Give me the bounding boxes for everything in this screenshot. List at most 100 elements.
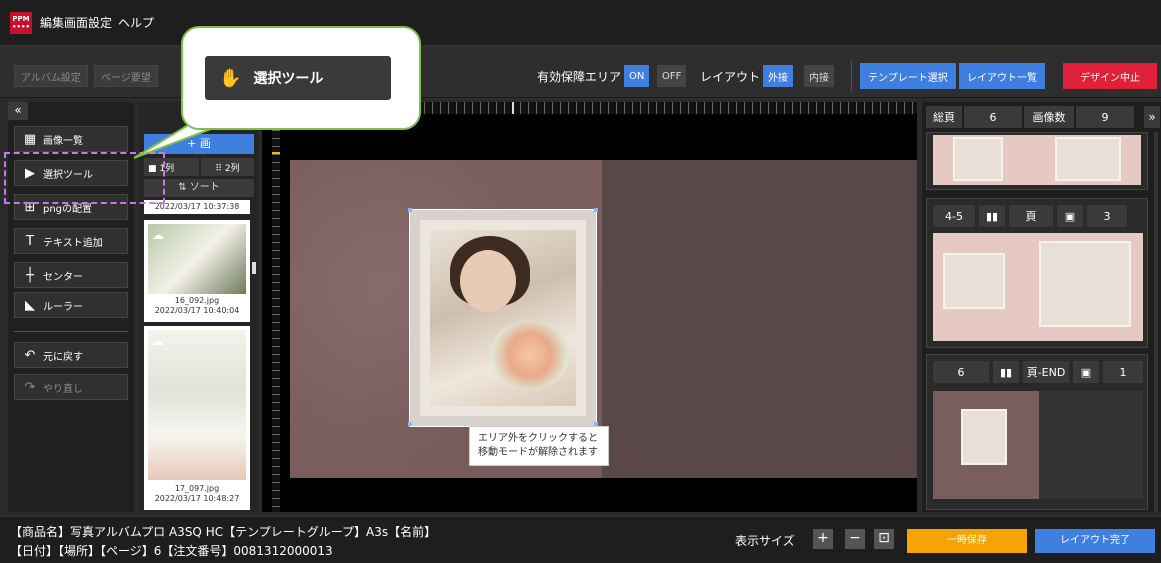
order-info: 【日付】【場所】【ページ】6【注文番号】0081312000013	[10, 544, 333, 558]
photo-frame[interactable]	[409, 209, 597, 427]
crosshair-icon: ┼	[26, 267, 34, 283]
move-mode-tooltip: エリア外をクリックすると 移動モードが解除されます	[469, 426, 609, 466]
tool-image-list[interactable]: ▦ 画像一覧	[14, 126, 128, 152]
tool-ruler[interactable]: ◣ ルーラー	[14, 292, 128, 318]
total-pages-value: 6	[964, 106, 1022, 128]
tooltip-line: エリア外をクリックすると	[478, 433, 598, 444]
thumbnail-photo	[1039, 241, 1131, 327]
layout-list-button[interactable]: レイアウト一覧	[959, 63, 1045, 89]
valid-area-on-button[interactable]: ON	[624, 65, 650, 87]
thumbnail-photo	[1055, 137, 1121, 181]
page-thumbnail-blank	[1039, 391, 1143, 499]
bride-photo	[430, 230, 576, 406]
callout-label: 選択ツール	[253, 71, 324, 87]
tool-redo[interactable]: ↷ やり直し	[14, 374, 128, 400]
list-item[interactable]: ☁ 17_097.jpg 2022/03/17 10:48:27	[144, 326, 250, 510]
page-list-panel: 総頁 6 画像数 9 » 4-5 ▮▮ 頁 ▣ 3 6 ▮▮ 頁-END ▣ 1	[922, 102, 1161, 512]
logo-text: PPM	[12, 14, 30, 23]
design-stop-button[interactable]: デザイン中止	[1063, 63, 1157, 89]
page-card[interactable]	[926, 132, 1148, 190]
tool-callout: ✋ 選択ツール	[181, 26, 421, 130]
image-count-label: 画像数	[1024, 106, 1074, 128]
page-label: 頁	[1009, 205, 1053, 227]
photo-count: 1	[1103, 361, 1143, 383]
photo-icon: ▣	[1073, 361, 1099, 383]
zoom-in-button[interactable]: +	[813, 529, 833, 549]
menu-help[interactable]: ヘルプ	[118, 14, 154, 31]
zoom-label: 表示サイズ	[735, 534, 795, 548]
tooltip-line: 移動モードが解除されます	[478, 447, 598, 458]
cloud-upload-icon: ☁	[152, 228, 164, 242]
page-card-header: 4-5 ▮▮ 頁 ▣ 3	[933, 205, 1127, 227]
image-date: 2022/03/17 10:48:27	[154, 494, 240, 503]
layout-inner-button[interactable]: 内接	[804, 65, 834, 87]
book-icon: ▮▮	[979, 205, 1005, 227]
page-label: 頁-END	[1023, 361, 1069, 383]
photo-face	[460, 250, 516, 312]
page-range: 6	[933, 361, 989, 383]
temp-save-button[interactable]: 一時保存	[907, 529, 1027, 553]
page-range: 4-5	[933, 205, 975, 227]
album-settings-button[interactable]: アルバム設定	[14, 65, 88, 87]
scrollbar-thumb[interactable]	[252, 262, 256, 274]
tool-undo[interactable]: ↶ 元に戻す	[14, 342, 128, 368]
collapse-panel-button[interactable]: «	[8, 102, 28, 120]
valid-area-label: 有効保障エリア	[537, 69, 622, 84]
top-toolbar: アルバム設定 ページ要望 有効保障エリア ON OFF レイアウト 外接 内接 …	[0, 46, 1161, 98]
editing-canvas[interactable]: エリア外をクリックすると 移動モードが解除されます	[262, 102, 917, 512]
image-thumbnail	[148, 330, 246, 480]
thumbnail-photo	[953, 137, 1003, 181]
page-card[interactable]: 6 ▮▮ 頁-END ▣ 1	[926, 354, 1148, 510]
page-right[interactable]	[602, 160, 917, 478]
list-item[interactable]: ☁ 16_092.jpg 2022/03/17 10:40:04	[144, 220, 250, 322]
page-request-button[interactable]: ページ要望	[94, 65, 158, 87]
ruler-icon: ◣	[25, 297, 35, 313]
undo-icon: ↶	[24, 347, 36, 363]
thumbnail-photo	[961, 409, 1007, 465]
tool-label: センター	[43, 271, 83, 283]
status-bar: 【商品名】写真アルバムプロ A3SQ HC【テンプレートグループ】A3s【名前】…	[0, 516, 1161, 563]
tool-label: やり直し	[43, 383, 83, 395]
zoom-out-button[interactable]: −	[845, 529, 865, 549]
ruler-guide-marker	[272, 152, 280, 154]
photo-icon: ▣	[1057, 205, 1083, 227]
image-date: 2022/03/17 10:40:04	[154, 306, 240, 315]
photo-count: 3	[1087, 205, 1127, 227]
ruler-marker	[512, 102, 514, 114]
tool-label: ルーラー	[43, 301, 83, 313]
grid-icon: ▦	[23, 131, 37, 147]
tool-divider	[14, 331, 128, 332]
page-list-scrollbar[interactable]	[1154, 132, 1158, 512]
total-pages-label: 総頁	[926, 106, 962, 128]
resize-handle[interactable]	[408, 208, 412, 212]
expand-panel-button[interactable]: »	[1144, 106, 1160, 128]
resize-handle[interactable]	[408, 422, 412, 426]
product-info: 【商品名】写真アルバムプロ A3SQ HC【テンプレートグループ】A3s【名前】	[10, 525, 437, 539]
redo-icon: ↷	[24, 379, 36, 395]
title-bar: PPM •••• 編集画面設定 ヘルプ	[0, 0, 1161, 46]
tool-label: テキスト追加	[43, 237, 103, 249]
layout-done-button[interactable]: レイアウト完了	[1035, 529, 1155, 553]
logo-dots: ••••	[12, 22, 30, 31]
page-stats: 総頁 6 画像数 9	[926, 106, 1144, 128]
resize-handle[interactable]	[594, 208, 598, 212]
menu-edit-settings[interactable]: 編集画面設定	[40, 14, 112, 31]
image-filename: 16_092.jpg	[174, 296, 220, 305]
cloud-upload-icon: ☁	[152, 334, 164, 348]
fit-screen-button[interactable]: ⊡	[874, 529, 894, 549]
tool-label: 画像一覧	[43, 135, 83, 147]
image-filename: 17_097.jpg	[174, 484, 220, 493]
layout-label: レイアウト	[700, 69, 761, 84]
photo-bouquet	[490, 320, 570, 390]
valid-area-off-button[interactable]: OFF	[657, 65, 687, 87]
template-select-button[interactable]: テンプレート選択	[860, 63, 956, 89]
tool-add-text[interactable]: T テキスト追加	[14, 228, 128, 254]
page-card-header: 6 ▮▮ 頁-END ▣ 1	[933, 361, 1143, 383]
layout-outer-button[interactable]: 外接	[763, 65, 793, 87]
vertical-ruler	[272, 114, 280, 512]
image-count-value: 9	[1076, 106, 1134, 128]
page-card[interactable]: 4-5 ▮▮ 頁 ▣ 3	[926, 198, 1148, 348]
tool-center[interactable]: ┼ センター	[14, 262, 128, 288]
tool-label: 元に戻す	[43, 351, 83, 363]
callout-tool-button: ✋ 選択ツール	[205, 56, 391, 100]
